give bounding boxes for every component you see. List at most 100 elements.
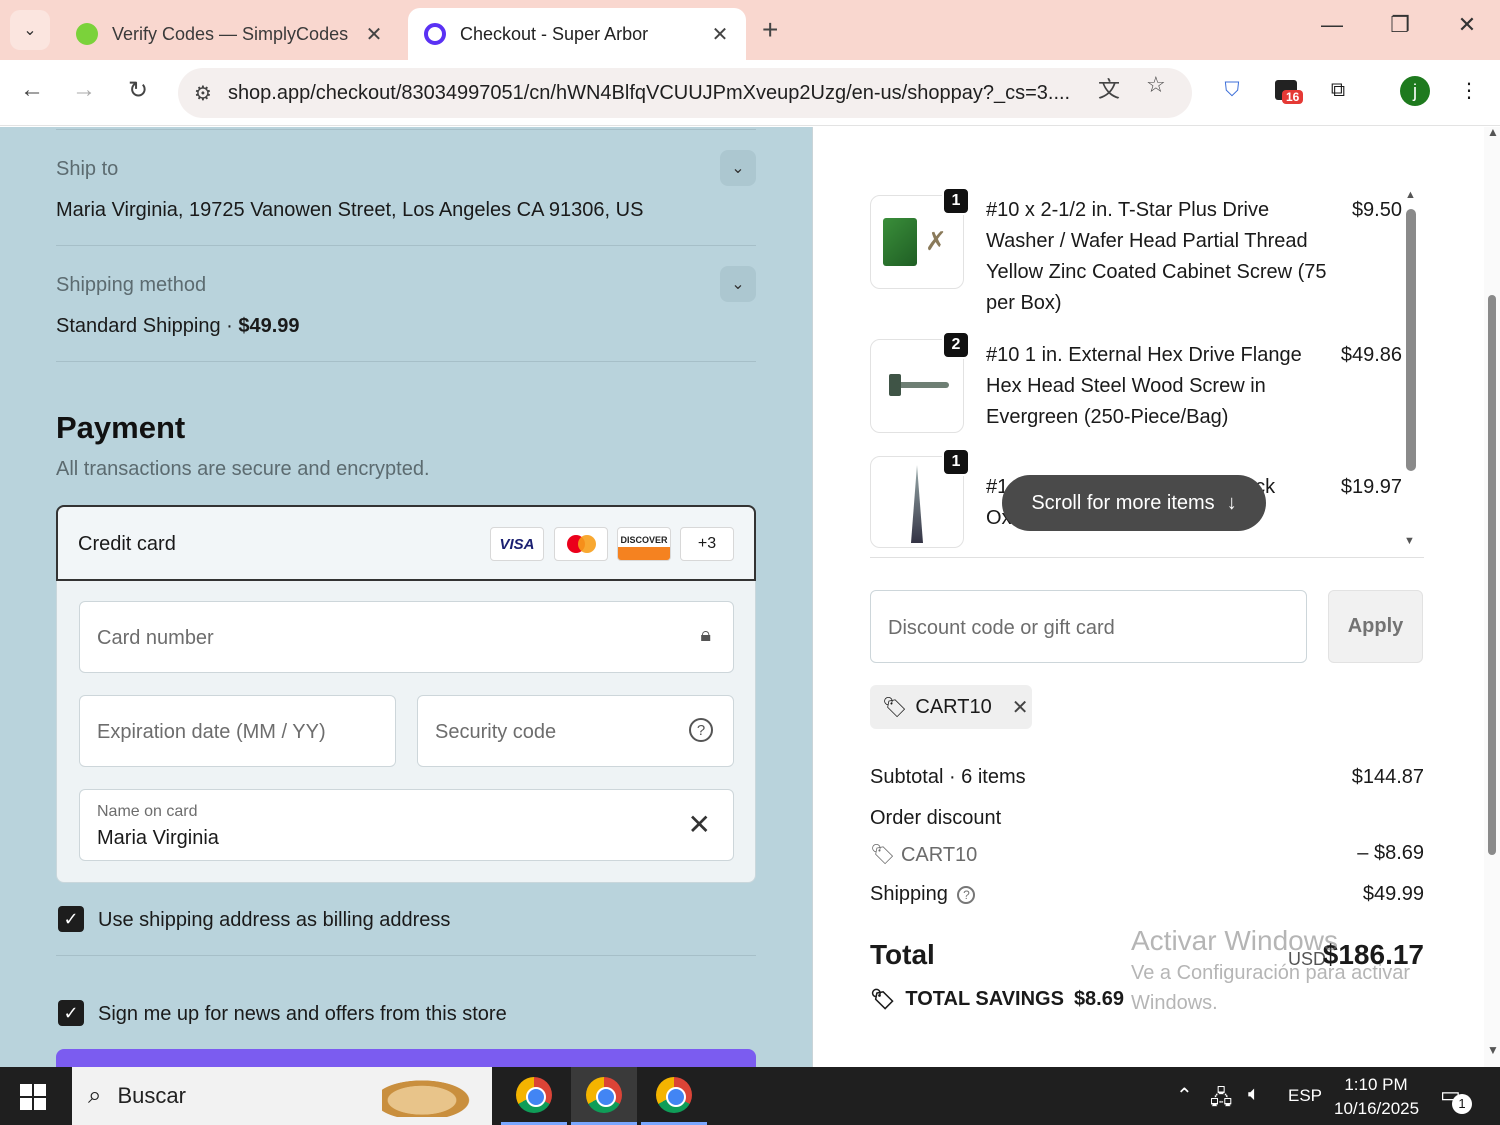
language-indicator[interactable]: ESP [1288, 1086, 1322, 1106]
extension-badge-icon[interactable]: 16 [1272, 76, 1304, 104]
items-scrollbar[interactable]: ▲ ▼ [1404, 189, 1418, 549]
savings-label: TOTAL SAVINGS [905, 988, 1064, 1010]
minimize-button[interactable]: — [1312, 12, 1352, 38]
clear-field-icon[interactable]: ✕ [688, 808, 711, 841]
apply-button[interactable]: Apply [1328, 590, 1423, 663]
arrow-down-icon: ↓ [1226, 491, 1237, 514]
windows-taskbar: ⌕ Buscar ⌃ 🖧︎ 🔈︎ ESP 1:10 PM 10/16/2025 … [0, 1067, 1500, 1125]
tab-verify-codes[interactable]: Verify Codes — SimplyCodes ✕ [60, 8, 400, 60]
name-on-card-value: Maria Virginia [97, 827, 219, 849]
windows-start-icon[interactable] [20, 1084, 46, 1110]
address-bar[interactable]: ⚙ shop.app/checkout/83034997051/cn/hWN4B… [178, 68, 1192, 118]
close-icon[interactable]: ✕ [364, 22, 384, 47]
taskbar-chrome-app[interactable] [641, 1067, 707, 1125]
step-drill-bit-image [911, 465, 923, 543]
visa-logo-icon: VISA [490, 527, 544, 561]
reload-button[interactable]: ↻ [120, 76, 156, 105]
discount-value: – $8.69 [1357, 842, 1424, 864]
ship-to-expand-button[interactable]: ⌄ [720, 150, 756, 186]
pay-now-button[interactable] [56, 1049, 756, 1067]
new-tab-button[interactable]: + [762, 14, 778, 46]
news-offers-checkbox[interactable]: ✓ [58, 1000, 84, 1026]
divider [56, 129, 756, 130]
clock-date: 10/16/2025 [1334, 1099, 1420, 1118]
network-icon[interactable]: 🖧︎ [1210, 1083, 1232, 1117]
clock[interactable]: 1:10 PM 10/16/2025 [1334, 1073, 1420, 1121]
security-code-input[interactable]: Security code ? [417, 695, 734, 767]
help-question-icon[interactable]: ? [689, 718, 713, 742]
browser-tab-bar: ⌄ Verify Codes — SimplyCodes ✕ Checkout … [0, 0, 1500, 60]
mastercard-logo-icon [554, 527, 608, 561]
scroll-hint-text: Scroll for more items [1031, 491, 1215, 514]
scroll-for-more-items-button[interactable]: Scroll for more items ↓ [1002, 475, 1266, 531]
chevron-down-icon: ⌄ [23, 22, 37, 39]
restore-button[interactable]: ❐ [1380, 12, 1420, 38]
card-number-input[interactable]: Card number 🔒︎ [79, 601, 734, 673]
tag-icon: 🏷︎ [870, 844, 896, 866]
items-scroll-down-icon[interactable]: ▼ [1404, 535, 1415, 547]
items-scroll-up-icon[interactable]: ▲ [1405, 189, 1416, 201]
volume-icon[interactable]: 🔈︎ [1248, 1083, 1260, 1106]
shop-favicon-icon [424, 23, 446, 45]
chrome-icon [586, 1076, 622, 1113]
name-on-card-input[interactable]: Name on card Maria Virginia ✕ [79, 789, 734, 861]
simplycodes-favicon-icon [76, 23, 98, 45]
notification-count: 1 [1452, 1094, 1472, 1114]
ship-to-address: Maria Virginia, 19725 Vanowen Street, Lo… [56, 199, 644, 221]
show-hidden-icons-icon[interactable]: ⌃ [1176, 1083, 1193, 1108]
forward-button[interactable]: → [66, 76, 102, 104]
windows-activation-subtitle-2: Windows. [1131, 992, 1218, 1014]
help-question-icon[interactable]: ? [957, 885, 976, 904]
back-button[interactable]: ← [14, 76, 50, 104]
billing-address-checkbox[interactable]: ✓ [58, 906, 84, 932]
total-savings: 🏷︎ TOTAL SAVINGS $8.69 [870, 987, 1124, 1012]
expiration-date-input[interactable]: Expiration date (MM / YY) [79, 695, 396, 767]
discover-logo-text: DISCOVER [620, 535, 668, 545]
credit-card-label: Credit card [78, 533, 176, 555]
payment-subtitle: All transactions are secure and encrypte… [56, 458, 430, 480]
page-scrollbar[interactable]: ▲ ▼ [1484, 125, 1500, 1067]
item-name: #10 x 2-1/2 in. T-Star Plus Drive Washer… [986, 199, 1327, 314]
scroll-down-icon[interactable]: ▼ [1487, 1043, 1499, 1057]
close-icon[interactable]: ✕ [710, 22, 730, 47]
taskbar-chrome-app[interactable] [571, 1067, 637, 1125]
items-scrollbar-thumb[interactable] [1406, 209, 1416, 471]
discount-code-detail: 🏷︎ CART10 [870, 842, 977, 867]
payment-title: Payment [56, 410, 186, 445]
url-text[interactable]: shop.app/checkout/83034997051/cn/hWN4Blf… [228, 82, 1088, 105]
shipping-value: $49.99 [1362, 883, 1424, 905]
page-scrollbar-thumb[interactable] [1488, 295, 1496, 855]
site-info-icon[interactable]: ⚙ [194, 81, 212, 106]
credit-card-option[interactable]: Credit card VISA DISCOVER +3 [56, 505, 756, 581]
tab-search-dropdown[interactable]: ⌄ [10, 10, 50, 50]
notifications-icon[interactable]: ▭ 1 [1440, 1082, 1472, 1114]
search-icon: ⌕ [88, 1082, 102, 1109]
security-code-placeholder: Security code [435, 721, 557, 743]
item-name: #10 1 in. External Hex Drive Flange Hex … [986, 344, 1302, 428]
credit-card-form: Card number 🔒︎ Expiration date (MM / YY)… [56, 581, 756, 883]
discount-code-input[interactable]: Discount code or gift card [870, 590, 1307, 663]
remove-code-icon[interactable]: ✕ [1012, 695, 1029, 720]
windows-activation-title: Activar Windows [1131, 925, 1338, 956]
tag-icon: 🏷︎ [882, 696, 908, 719]
visa-logo-text: VISA [499, 535, 535, 553]
shield-extension-icon[interactable]: ⛉ [1218, 76, 1246, 104]
discount-code-row: 🏷︎ CART10 – $8.69 [870, 842, 1424, 867]
menu-kebab-icon[interactable]: ⋮ [1455, 76, 1483, 104]
profile-avatar[interactable]: j [1400, 76, 1430, 106]
subtotal-label: Subtotal · 6 items [870, 766, 1026, 788]
tab-checkout[interactable]: Checkout - Super Arbor ✕ [408, 8, 746, 60]
taskbar-search-box[interactable]: ⌕ Buscar [72, 1067, 492, 1125]
scroll-up-icon[interactable]: ▲ [1487, 125, 1499, 139]
taskbar-chrome-app[interactable] [501, 1067, 567, 1125]
bookmark-star-icon[interactable]: ☆ [1146, 72, 1166, 98]
savings-value: $8.69 [1073, 988, 1124, 1010]
browser-toolbar: ← → ↻ ⚙ shop.app/checkout/83034997051/cn… [0, 60, 1500, 126]
divider [56, 245, 756, 246]
shipping-method-expand-button[interactable]: ⌄ [720, 266, 756, 302]
close-window-button[interactable]: ✕ [1447, 12, 1487, 38]
extensions-puzzle-icon[interactable]: ⧉ [1324, 76, 1352, 104]
translate-icon[interactable]: 文 [1098, 72, 1120, 104]
more-cards-badge: +3 [680, 527, 734, 561]
subtotal-row: Subtotal · 6 items $144.87 [870, 766, 1424, 789]
